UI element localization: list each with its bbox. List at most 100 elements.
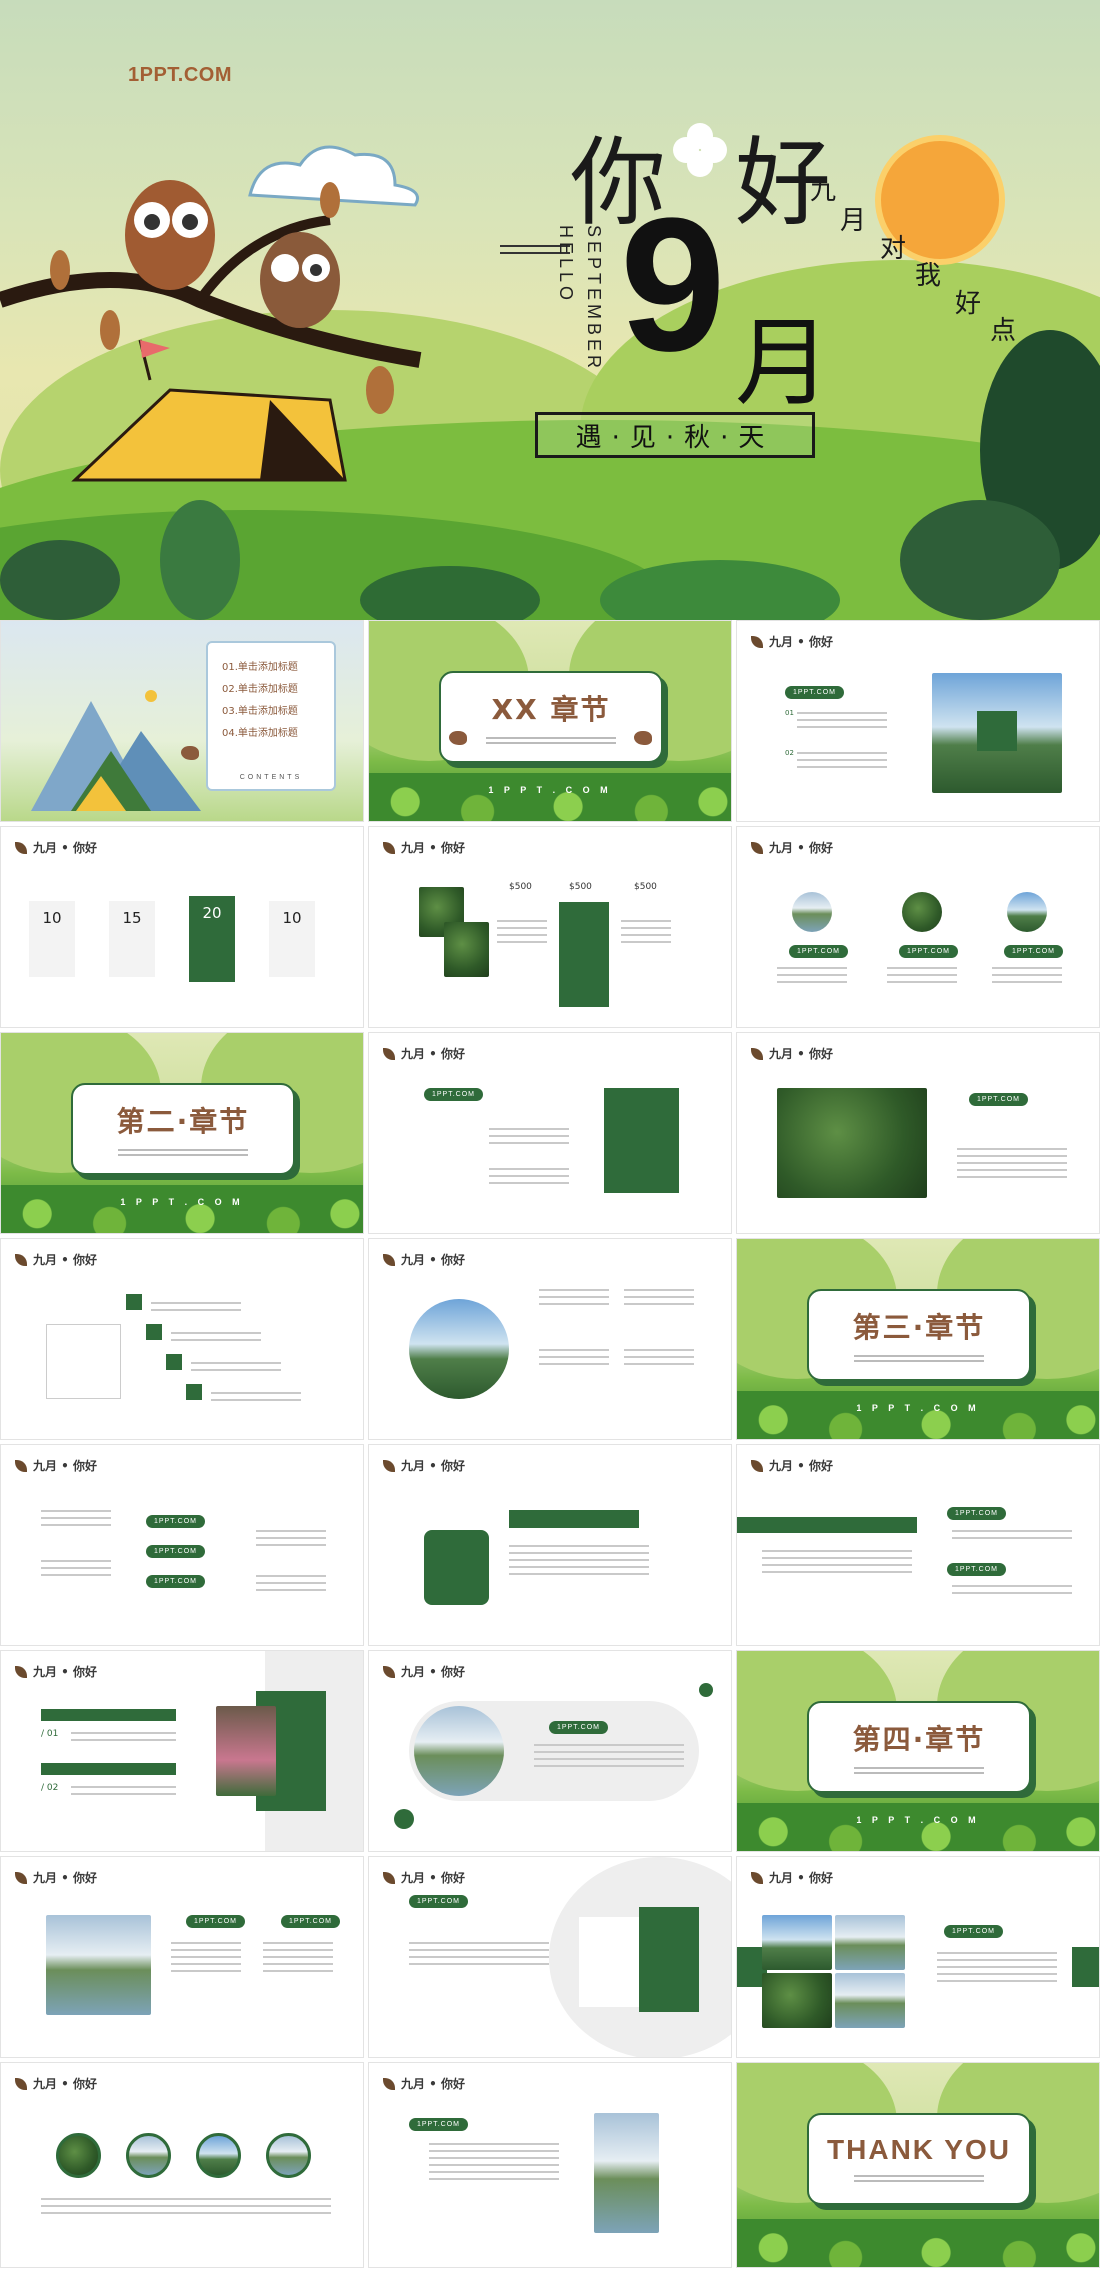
slide-header: 九月 • 你好 — [33, 1665, 98, 1679]
leaf-icon — [15, 1665, 27, 1678]
site-pill: 1PPT.COM — [409, 1895, 469, 1908]
slide-content-11[interactable]: 九月 • 你好 — [368, 1238, 732, 1440]
feature-icon — [186, 1384, 202, 1400]
slide-content-9[interactable]: 九月 • 你好 1PPT.COM — [736, 1032, 1100, 1234]
slide-header: 九月 • 你好 — [401, 2077, 466, 2091]
building-photo — [594, 2113, 659, 2233]
slide-content-21[interactable]: 九月 • 你好 1PPT.COM — [736, 1856, 1100, 2058]
slide-content-19[interactable]: 九月 • 你好 1PPT.COM 1PPT.COM — [0, 1856, 364, 2058]
leaves-decor — [1, 1185, 363, 1233]
contents-item[interactable]: 03.单击添加标题 — [222, 701, 298, 723]
thankyou-card: THANK YOU — [807, 2113, 1031, 2205]
slide-contents[interactable]: 01.单击添加标题 02.单击添加标题 03.单击添加标题 04.单击添加标题 … — [0, 620, 364, 822]
slide-content-4[interactable]: 九月 • 你好 10 15 20 10 — [0, 826, 364, 1028]
slide-content-16[interactable]: 九月 • 你好 / 01 / 02 — [0, 1650, 364, 1852]
leaves-decor — [737, 1803, 1099, 1851]
number-card-active: 20 — [189, 882, 235, 982]
site-pill: 1PPT.COM — [969, 1093, 1029, 1106]
grid-photo — [835, 1915, 905, 1970]
slide-header: 九月 • 你好 — [401, 1665, 466, 1679]
site-pill: 1PPT.COM — [549, 1721, 609, 1734]
subtitle-char: 点 — [990, 316, 1017, 346]
price: $500 — [634, 882, 657, 892]
sparrow-icon — [449, 731, 467, 745]
slide-content-22[interactable]: 九月 • 你好 — [0, 2062, 364, 2268]
lotus-photo — [216, 1706, 276, 1796]
slide-chapter-4[interactable]: 第四·章节 1 P P T . C O M — [736, 1650, 1100, 1852]
slide-content-20[interactable]: 九月 • 你好 1PPT.COM — [368, 1856, 732, 2058]
grid-photo — [762, 1973, 832, 2028]
grid-photo — [835, 1973, 905, 2028]
leaf-icon — [383, 841, 395, 854]
slide-content-8[interactable]: 九月 • 你好 1PPT.COM — [368, 1032, 732, 1234]
feature-icon — [146, 1324, 162, 1340]
site-pill: 1PPT.COM — [944, 1925, 1004, 1938]
clover-flower-icon — [673, 123, 727, 177]
leaf-icon — [751, 635, 763, 648]
item-index: / 01 — [41, 1729, 59, 1739]
grid-photo — [762, 1915, 832, 1970]
chapter-card: 第四·章节 — [807, 1701, 1031, 1793]
leaf-icon — [751, 1871, 763, 1884]
slide-header: 九月 • 你好 — [769, 635, 834, 649]
slide-content-13[interactable]: 九月 • 你好 1PPT.COM 1PPT.COM 1PPT.COM — [0, 1444, 364, 1646]
contents-item[interactable]: 02.单击添加标题 — [222, 679, 298, 701]
slide-header: 九月 • 你好 — [401, 1047, 466, 1061]
slide-thank-you[interactable]: THANK YOU — [736, 2062, 1100, 2268]
leaf-icon — [383, 2077, 395, 2090]
brand-logo-text: 1PPT.COM — [128, 64, 233, 86]
slide-content-3[interactable]: 九月 • 你好 1PPT.COM 01 02 — [736, 620, 1100, 822]
chapter-card: 第三·章节 — [807, 1289, 1031, 1381]
subtitle-char: 对 — [880, 234, 907, 264]
leaf-icon — [15, 1459, 27, 1472]
site-pill: 1PPT.COM — [789, 945, 849, 958]
slide-chapter-2[interactable]: 第二·章节 1 P P T . C O M — [0, 1032, 364, 1234]
site-pill: 1PPT.COM — [1004, 945, 1064, 958]
circle-photo — [902, 892, 942, 932]
leaf-icon — [751, 1459, 763, 1472]
price: $500 — [509, 882, 532, 892]
slide-content-14[interactable]: 九月 • 你好 — [368, 1444, 732, 1646]
leaf-icon — [383, 1871, 395, 1884]
slide-content-5[interactable]: 九月 • 你好 $500 $500 $500 — [368, 826, 732, 1028]
leaf-icon — [383, 1459, 395, 1472]
slide-content-10[interactable]: 九月 • 你好 — [0, 1238, 364, 1440]
leaf-icon — [15, 1253, 27, 1266]
price-highlight — [559, 902, 609, 1007]
title-bar — [509, 1510, 639, 1528]
leaf-icon — [383, 1047, 395, 1060]
slide-chapter-3[interactable]: 第三·章节 1 P P T . C O M — [736, 1238, 1100, 1440]
feature-icon — [126, 1294, 142, 1310]
hero-illustration — [0, 135, 1100, 620]
slide-header: 九月 • 你好 — [769, 1047, 834, 1061]
number-value: 20 — [202, 904, 222, 922]
chapter-card: XX 章节 — [439, 671, 663, 763]
slide-content-6[interactable]: 九月 • 你好 1PPT.COM 1PPT.COM 1PPT.COM — [736, 826, 1100, 1028]
slide-header: 九月 • 你好 — [33, 2077, 98, 2091]
slide-chapter-1[interactable]: XX 章节 1 P P T . C O M — [368, 620, 732, 822]
slide-content-15[interactable]: 九月 • 你好 1PPT.COM 1PPT.COM — [736, 1444, 1100, 1646]
slide-header: 九月 • 你好 — [33, 1459, 98, 1473]
leaves-decor — [737, 1391, 1099, 1439]
title-bar — [41, 1763, 176, 1775]
slide-header: 九月 • 你好 — [33, 1871, 98, 1885]
hero-cover-slide: 1PPT.COM 你 好 HELLO SEPTEMBER 9 月 九 月 对 我… — [0, 0, 1100, 620]
item-index: 02 — [785, 749, 794, 757]
leaf-icon — [15, 1871, 27, 1884]
leaf-icon — [751, 841, 763, 854]
site-pill: 1PPT.COM — [186, 1915, 246, 1928]
leaf-icon — [383, 1665, 395, 1678]
decor-block — [1072, 1947, 1099, 1987]
slide-header: 九月 • 你好 — [769, 841, 834, 855]
slide-content-17[interactable]: 九月 • 你好 1PPT.COM — [368, 1650, 732, 1852]
contents-item[interactable]: 04.单击添加标题 — [222, 723, 298, 745]
contents-item[interactable]: 01.单击添加标题 — [222, 657, 298, 679]
leaf-icon — [383, 1253, 395, 1266]
contents-label: CONTENTS — [239, 774, 303, 781]
circle-photo — [196, 2133, 241, 2178]
number-card: 15 — [109, 887, 155, 977]
slide-content-23[interactable]: 九月 • 你好 1PPT.COM — [368, 2062, 732, 2268]
decor-dot — [699, 1683, 713, 1697]
subtitle-char: 我 — [915, 261, 942, 291]
leaves-decor — [369, 773, 731, 821]
